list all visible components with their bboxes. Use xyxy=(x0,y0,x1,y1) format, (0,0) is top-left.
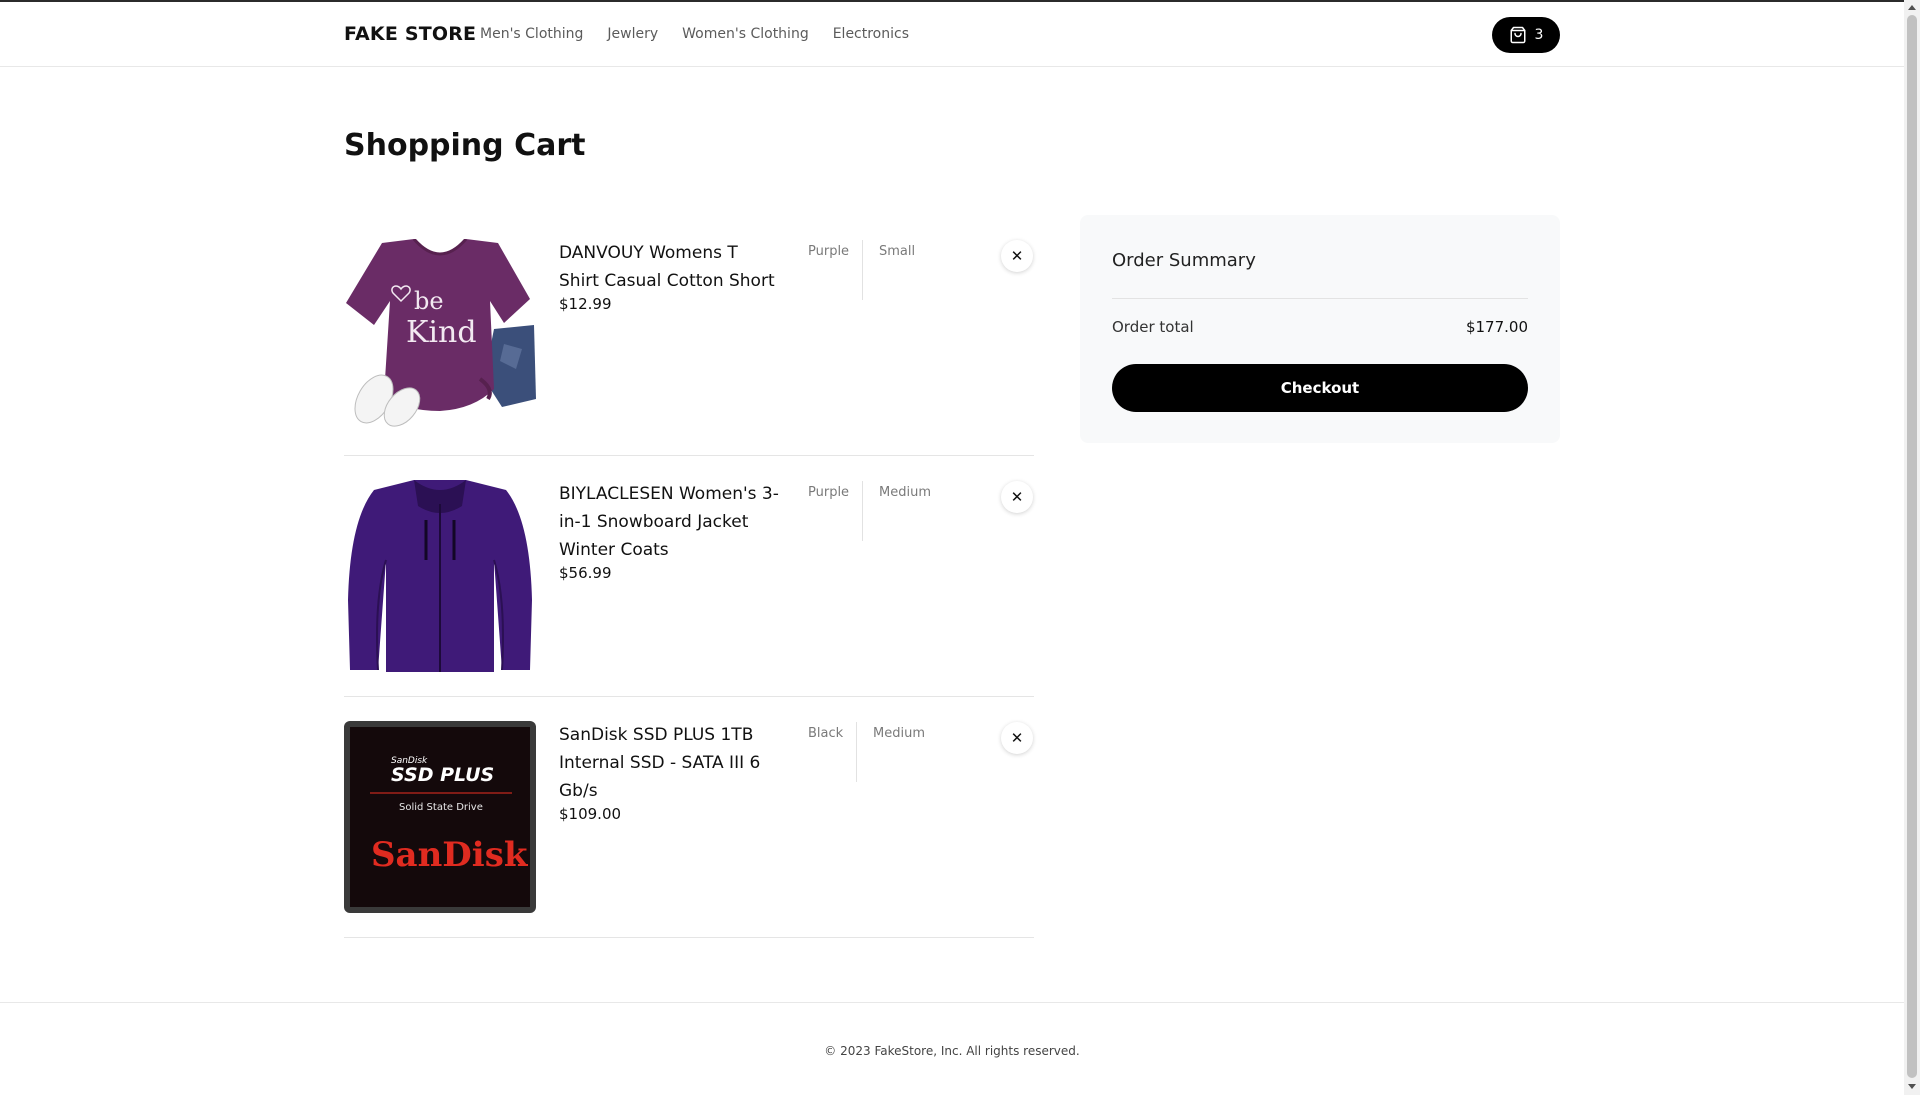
ssd-subtitle: Solid State Drive xyxy=(399,802,483,813)
item-info: DANVOUY Womens T Shirt Casual Cotton Sho… xyxy=(559,239,779,313)
tshirt-print-be: be xyxy=(414,287,444,315)
nav-mens-clothing[interactable]: Men's Clothing xyxy=(480,26,583,42)
item-name[interactable]: SanDisk SSD PLUS 1TB Internal SSD - SATA… xyxy=(559,721,779,805)
nav-jewlery[interactable]: Jewlery xyxy=(607,26,658,42)
item-attr-divider xyxy=(856,722,857,782)
product-image-jacket xyxy=(344,480,536,672)
order-summary: Order Summary Order total $177.00 Checko… xyxy=(1080,215,1560,443)
order-total-label: Order total xyxy=(1112,318,1194,336)
item-color: Purple xyxy=(808,244,850,259)
tshirt-print-kind: Kind xyxy=(406,315,477,350)
close-icon: ✕ xyxy=(1010,729,1024,747)
site-header: FAKE STORE Men's Clothing Jewlery Women'… xyxy=(0,2,1904,67)
cart-list: be Kind DANVOUY Womens T Shirt Casual Co… xyxy=(344,215,1034,938)
remove-item-button[interactable]: ✕ xyxy=(1001,240,1033,272)
cart-button[interactable]: 3 xyxy=(1492,17,1560,53)
scrollbar-thumb[interactable] xyxy=(1907,15,1917,1078)
cart-item: be Kind DANVOUY Womens T Shirt Casual Co… xyxy=(344,215,1034,456)
remove-item-button[interactable]: ✕ xyxy=(1001,722,1033,754)
page-title: Shopping Cart xyxy=(344,128,586,163)
item-price: $109.00 xyxy=(559,805,622,823)
item-attr-divider xyxy=(862,240,863,300)
item-name[interactable]: BIYLACLESEN Women's 3-in-1 Snowboard Jac… xyxy=(559,480,779,564)
ssd-image: SanDisk SSD PLUS Solid State Drive SanDi… xyxy=(344,721,536,913)
shopping-bag-icon xyxy=(1510,26,1526,44)
cart-item: SanDisk SSD PLUS Solid State Drive SanDi… xyxy=(344,697,1034,938)
site-footer: © 2023 FakeStore, Inc. All rights reserv… xyxy=(0,1002,1904,1095)
close-icon: ✕ xyxy=(1010,488,1024,506)
close-icon: ✕ xyxy=(1010,247,1024,265)
vertical-scrollbar[interactable] xyxy=(1904,0,1920,1095)
scroll-down-arrow-icon[interactable] xyxy=(1908,1084,1916,1089)
copyright-text: © 2023 FakeStore, Inc. All rights reserv… xyxy=(824,1044,1080,1058)
scroll-up-arrow-icon[interactable] xyxy=(1908,5,1916,10)
item-size: Medium xyxy=(879,485,931,500)
cart-count: 3 xyxy=(1534,27,1544,43)
summary-divider xyxy=(1112,298,1528,299)
product-image-tshirt: be Kind xyxy=(344,239,536,431)
item-price: $12.99 xyxy=(559,295,612,313)
checkout-button[interactable]: Checkout xyxy=(1112,364,1528,412)
ssd-title: SSD PLUS xyxy=(391,764,494,786)
nav-womens-clothing[interactable]: Women's Clothing xyxy=(682,26,809,42)
item-info: BIYLACLESEN Women's 3-in-1 Snowboard Jac… xyxy=(559,480,779,582)
item-price: $56.99 xyxy=(559,564,612,582)
nav-electronics[interactable]: Electronics xyxy=(833,26,909,42)
item-size: Medium xyxy=(873,726,925,741)
tshirt-image: be Kind xyxy=(344,239,536,431)
cart-item: BIYLACLESEN Women's 3-in-1 Snowboard Jac… xyxy=(344,456,1034,697)
item-color: Black xyxy=(808,726,844,741)
jacket-image xyxy=(344,480,536,672)
ssd-logo: SanDisk xyxy=(371,835,529,875)
product-image-ssd: SanDisk SSD PLUS Solid State Drive SanDi… xyxy=(344,721,536,913)
item-name[interactable]: DANVOUY Womens T Shirt Casual Cotton Sho… xyxy=(559,239,779,295)
remove-item-button[interactable]: ✕ xyxy=(1001,481,1033,513)
main-nav: Men's Clothing Jewlery Women's Clothing … xyxy=(480,26,909,42)
item-info: SanDisk SSD PLUS 1TB Internal SSD - SATA… xyxy=(559,721,779,823)
order-summary-title: Order Summary xyxy=(1112,250,1256,271)
order-total-value: $177.00 xyxy=(1465,318,1528,336)
store-logo[interactable]: FAKE STORE xyxy=(344,23,476,45)
item-color: Purple xyxy=(808,485,850,500)
item-attr-divider xyxy=(862,481,863,541)
item-size: Small xyxy=(879,244,916,259)
